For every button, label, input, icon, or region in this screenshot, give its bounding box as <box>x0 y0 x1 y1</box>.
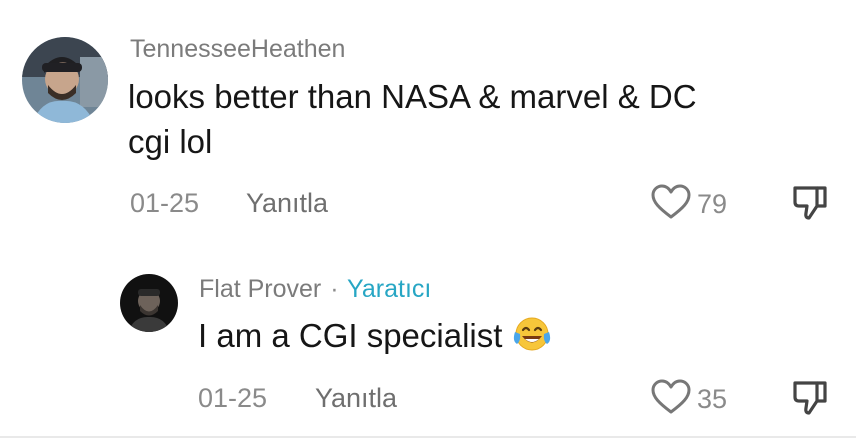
reply-username[interactable]: Flat Prover <box>199 275 321 303</box>
comment-text-line-1: looks better than NASA & marvel & DC <box>128 78 697 115</box>
reply-username-line: Flat Prover · Yaratıcı <box>199 274 431 304</box>
reply-button[interactable]: Yanıtla <box>315 383 397 414</box>
reply-text-line: I am a CGI specialist <box>198 314 552 364</box>
like-count: 35 <box>697 384 728 414</box>
comments-panel: TennesseeHeathen looks better than NASA … <box>0 0 856 440</box>
reply-avatar[interactable] <box>120 274 178 332</box>
reply-date: 01-25 <box>198 383 268 413</box>
thumbs-down-outline-icon <box>791 186 829 226</box>
bottom-divider <box>0 436 856 438</box>
thumbs-down-outline-icon <box>791 381 829 421</box>
dislike-button[interactable] <box>791 184 829 227</box>
commenter-avatar[interactable] <box>22 37 108 123</box>
like-button[interactable]: 79 <box>651 184 727 225</box>
comment-text-line-2: cgi lol <box>128 123 213 160</box>
like-button[interactable]: 35 <box>651 379 727 420</box>
heart-outline-icon <box>651 379 691 420</box>
heart-outline-icon <box>651 184 691 225</box>
reply-button[interactable]: Yanıtla <box>246 188 328 219</box>
creator-badge: Yaratıcı <box>347 275 432 303</box>
like-count: 79 <box>697 189 728 219</box>
face-with-tears-of-joy-icon <box>512 315 552 364</box>
dislike-button[interactable] <box>791 379 829 422</box>
separator-dot: · <box>330 275 339 303</box>
comment-date: 01-25 <box>130 188 200 218</box>
commenter-username[interactable]: TennesseeHeathen <box>130 34 345 64</box>
reply-text: I am a CGI specialist <box>198 317 503 354</box>
